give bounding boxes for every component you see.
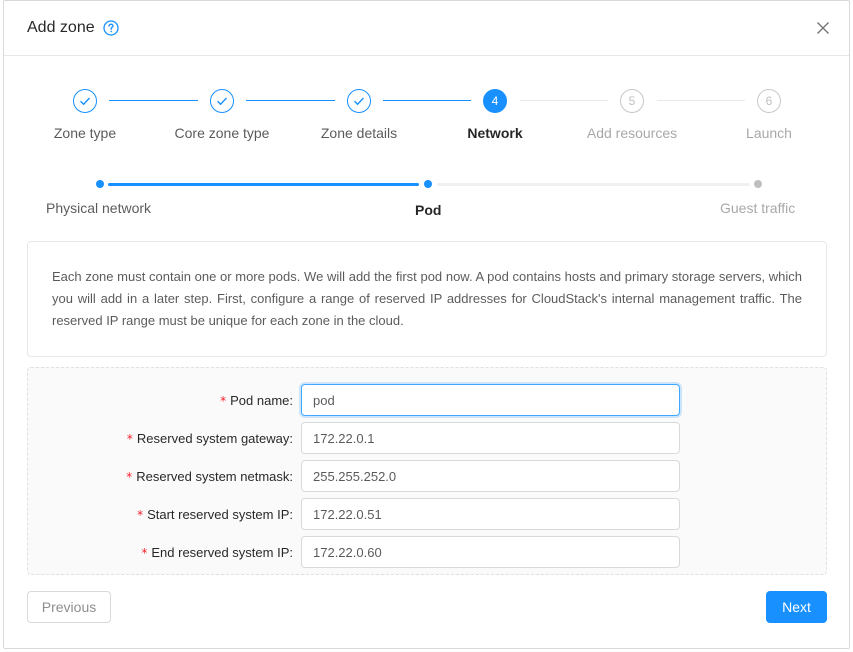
step-3-check-icon <box>347 89 371 113</box>
step-6-label: Launch <box>746 125 792 141</box>
required-mark: * <box>137 508 144 522</box>
end-ip-label-text: End reserved system IP: <box>151 545 293 560</box>
start-ip-label: * Start reserved system IP: <box>137 506 293 524</box>
previous-button[interactable]: Previous <box>27 591 111 623</box>
step-5-number: 5 <box>620 89 644 113</box>
step-2-check-icon <box>210 89 234 113</box>
required-mark: * <box>141 546 148 560</box>
substep-2-label: Pod <box>415 202 442 218</box>
step-1-label: Zone type <box>53 125 117 141</box>
step-3-label: Zone details <box>320 125 398 141</box>
pod-name-input[interactable] <box>301 384 680 416</box>
reserved-gateway-input[interactable] <box>301 422 680 454</box>
step-4-label: Network <box>467 125 523 141</box>
substep-progress-wait <box>437 183 750 186</box>
reserved-netmask-label-text: Reserved system netmask: <box>136 469 293 484</box>
step-connector <box>657 100 745 101</box>
start-ip-input[interactable] <box>301 498 680 530</box>
end-ip-label: * End reserved system IP: <box>141 544 293 562</box>
substep-1-label: Physical network <box>46 200 152 216</box>
reserved-gateway-label: * Reserved system gateway: <box>127 430 293 448</box>
step-2-label: Core zone type <box>174 125 270 141</box>
pod-name-label: * Pod name: <box>220 392 293 410</box>
substep-3-dot <box>754 180 762 188</box>
required-mark: * <box>126 432 133 446</box>
substep-progress-done <box>108 183 419 186</box>
substep-3-label: Guest traffic <box>720 200 796 216</box>
step-connector <box>109 100 198 101</box>
end-ip-input[interactable] <box>301 536 680 568</box>
step-connector <box>383 100 471 101</box>
description-box: Each zone must contain one or more pods.… <box>27 241 827 357</box>
next-button[interactable]: Next <box>766 591 827 623</box>
reserved-netmask-label: * Reserved system netmask: <box>126 468 293 486</box>
substep-2-dot <box>424 180 432 188</box>
reserved-gateway-label-text: Reserved system gateway: <box>136 431 293 446</box>
required-mark: * <box>220 394 227 408</box>
pod-name-label-text: Pod name: <box>230 393 293 408</box>
reserved-netmask-input[interactable] <box>301 460 680 492</box>
step-1-check-icon <box>73 89 97 113</box>
description-text: Each zone must contain one or more pods.… <box>52 269 802 328</box>
step-connector <box>246 100 335 101</box>
step-connector <box>520 100 608 101</box>
steps-bar: Zone type Core zone type Zone details 4 … <box>0 0 853 150</box>
start-ip-label-text: Start reserved system IP: <box>147 507 293 522</box>
step-6-number: 6 <box>757 89 781 113</box>
step-5-label: Add resources <box>586 125 678 141</box>
substep-1-dot <box>96 180 104 188</box>
required-mark: * <box>126 470 133 484</box>
step-4-number: 4 <box>483 89 507 113</box>
